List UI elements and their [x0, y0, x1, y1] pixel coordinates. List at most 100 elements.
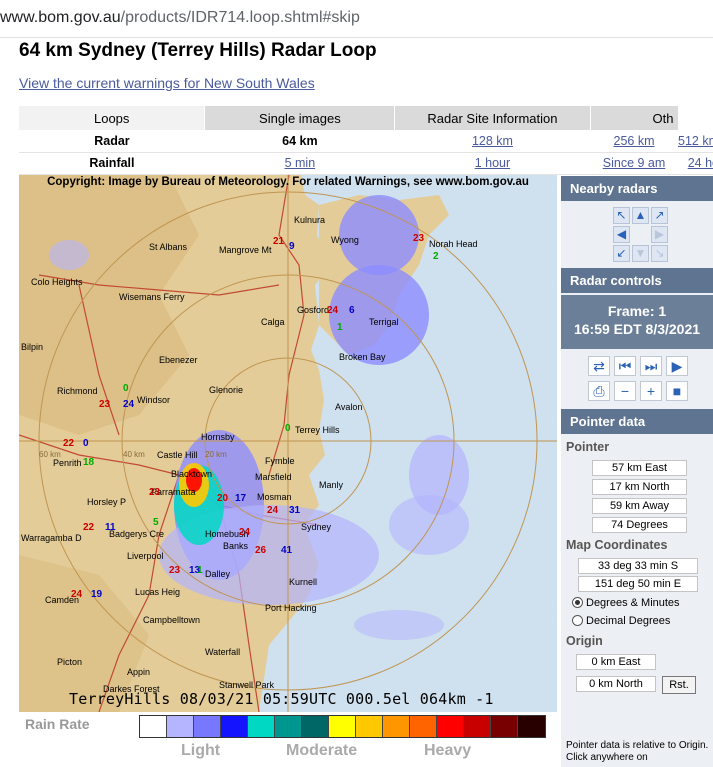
obs-value: 24	[123, 399, 135, 410]
reset-origin-button[interactable]: Rst.	[662, 676, 696, 694]
place-label: Wisemans Ferry	[119, 292, 185, 302]
zoom-out-icon[interactable]: −	[614, 381, 636, 401]
arrow-east-disabled-icon: ▶	[651, 226, 668, 243]
tab-radar-site-information[interactable]: Radar Site Information	[394, 106, 591, 130]
url-text[interactable]: www.bom.gov.au/products/IDR714.loop.shtm…	[0, 9, 360, 27]
address-bar[interactable]: www.bom.gov.au/products/IDR714.loop.shtm…	[0, 0, 713, 38]
legend-swatch	[491, 716, 518, 737]
tab-other[interactable]: Oth	[590, 106, 679, 130]
legend-swatch	[410, 716, 437, 737]
place-label: Hornsby	[201, 432, 235, 442]
place-label: Windsor	[137, 395, 170, 405]
place-label: Mangrove Mt	[219, 245, 272, 255]
place-label: Horsley P	[87, 497, 126, 507]
range-label-20km: 20 km	[205, 450, 227, 459]
place-label: Blacktown	[171, 469, 212, 479]
zoom-in-icon[interactable]: +	[640, 381, 662, 401]
obs-value: 19	[91, 589, 103, 600]
place-label: Colo Heights	[31, 277, 83, 287]
rainfall-24hours[interactable]: 24 ho	[688, 156, 713, 170]
stop-icon[interactable]: ■	[666, 381, 688, 401]
place-label: Picton	[57, 657, 82, 667]
obs-value: 20	[217, 493, 229, 504]
place-label: Avalon	[335, 402, 362, 412]
place-label: Kulnura	[294, 215, 325, 225]
obs-value: 23	[413, 233, 425, 244]
radar-range-128km[interactable]: 128 km	[472, 134, 513, 148]
obs-value: 0	[285, 423, 291, 434]
legend-title: Rain Rate	[25, 716, 90, 732]
tab-single-images[interactable]: Single images	[204, 106, 396, 130]
origin-north: 0 km North	[576, 676, 656, 692]
coord-latitude: 33 deg 33 min S	[578, 558, 698, 574]
radio-unselected-icon[interactable]	[572, 615, 583, 626]
legend-swatch	[302, 716, 329, 737]
rainfall-row-label: Rainfall	[19, 152, 205, 175]
legend-swatch	[275, 716, 302, 737]
obs-value: 1	[337, 322, 343, 333]
arrow-northeast-icon[interactable]: ↗	[651, 207, 668, 224]
first-frame-icon[interactable]: ⏮	[614, 356, 636, 376]
rainfall-5min[interactable]: 5 min	[285, 156, 316, 170]
place-label: Broken Bay	[339, 352, 386, 362]
radar-range-64km: 64 km	[204, 130, 395, 153]
legend-label-light: Light	[181, 742, 221, 759]
place-label: Campbelltown	[143, 615, 200, 625]
place-label: Badgerys Cre	[109, 529, 164, 539]
url-host: www.bom.gov.au	[0, 9, 121, 26]
place-label: Appin	[127, 667, 150, 677]
nearby-radars-header: Nearby radars	[561, 176, 713, 201]
place-label: Fymble	[265, 456, 295, 466]
warnings-link[interactable]: View the current warnings for New South …	[19, 75, 315, 91]
legend-swatch	[329, 716, 356, 737]
obs-value: 22	[83, 522, 95, 533]
obs-value: 0	[83, 438, 89, 449]
radio-degrees-minutes[interactable]: Degrees & Minutes	[572, 597, 680, 609]
obs-value: 24	[327, 305, 339, 316]
obs-value: 26	[255, 545, 267, 556]
place-label: Terrey Hills	[295, 425, 340, 435]
place-label: Manly	[319, 480, 344, 490]
obs-value: 9	[289, 241, 295, 252]
arrow-west-icon[interactable]: ◀	[613, 226, 630, 243]
place-label: Richmond	[57, 386, 98, 396]
arrow-southwest-icon[interactable]: ↙	[613, 245, 630, 262]
legend-swatch	[167, 716, 194, 737]
arrow-north-icon[interactable]: ▲	[632, 207, 649, 224]
range-label-60km: 60 km	[39, 450, 61, 459]
place-label: Norah Head	[429, 239, 478, 249]
legend-label-moderate: Moderate	[286, 742, 358, 759]
legend-swatch	[383, 716, 410, 737]
step-forward-icon[interactable]: ⏭	[640, 356, 662, 376]
page-title: 64 km Sydney (Terrey Hills) Radar Loop	[19, 40, 377, 61]
pointer-east: 57 km East	[592, 460, 687, 476]
place-label: Lucas Heig	[135, 587, 180, 597]
tab-loops[interactable]: Loops	[19, 106, 206, 130]
obs-value: 18	[83, 457, 95, 468]
obs-value: 6	[349, 305, 355, 316]
place-label: Bilpin	[21, 342, 43, 352]
rain-rate-legend: Rain Rate Light Moderate Heavy	[19, 712, 557, 767]
radar-image[interactable]: Kulnura St Albans Mangrove Mt Wyong Nora…	[19, 175, 557, 712]
radar-range-512km[interactable]: 512 km	[678, 134, 713, 148]
legend-swatch	[518, 716, 545, 737]
radio-decimal-degrees[interactable]: Decimal Degrees	[572, 615, 670, 627]
obs-value: 24	[239, 527, 251, 538]
place-label: Castle Hill	[157, 450, 198, 460]
radar-map[interactable]: Kulnura St Albans Mangrove Mt Wyong Nora…	[19, 175, 557, 712]
radar-range-256km[interactable]: 256 km	[614, 134, 655, 148]
print-icon[interactable]: ⎙	[588, 381, 610, 401]
legend-color-scale	[139, 715, 546, 738]
pointer-north: 17 km North	[592, 479, 687, 495]
obs-value: 23	[169, 565, 181, 576]
rainfall-1hour[interactable]: 1 hour	[475, 156, 510, 170]
radio-selected-icon[interactable]	[572, 597, 583, 608]
legend-swatch	[464, 716, 491, 737]
legend-swatch	[356, 716, 383, 737]
arrow-northwest-icon[interactable]: ↖	[613, 207, 630, 224]
rainfall-since-9am[interactable]: Since 9 am	[603, 156, 666, 170]
pointer-degrees: 74 Degrees	[592, 517, 687, 533]
place-label: Dalley	[205, 569, 231, 579]
swap-icon[interactable]: ⇄	[588, 356, 610, 376]
play-icon[interactable]: ▶	[666, 356, 688, 376]
